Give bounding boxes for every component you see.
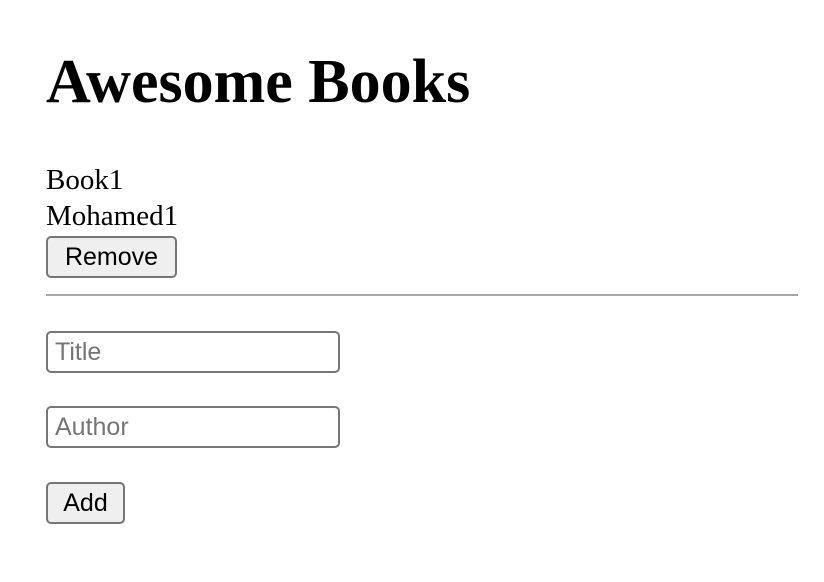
book-title: Book1 — [46, 164, 124, 196]
remove-button[interactable]: Remove — [46, 236, 177, 278]
book-item: Book1 Mohamed1 Remove — [46, 162, 798, 278]
add-button[interactable]: Add — [46, 482, 125, 524]
divider — [46, 294, 798, 296]
page-title: Awesome Books — [46, 48, 471, 116]
book-author: Mohamed1 — [46, 200, 179, 232]
author-input[interactable] — [46, 406, 340, 448]
title-input[interactable] — [46, 331, 340, 373]
